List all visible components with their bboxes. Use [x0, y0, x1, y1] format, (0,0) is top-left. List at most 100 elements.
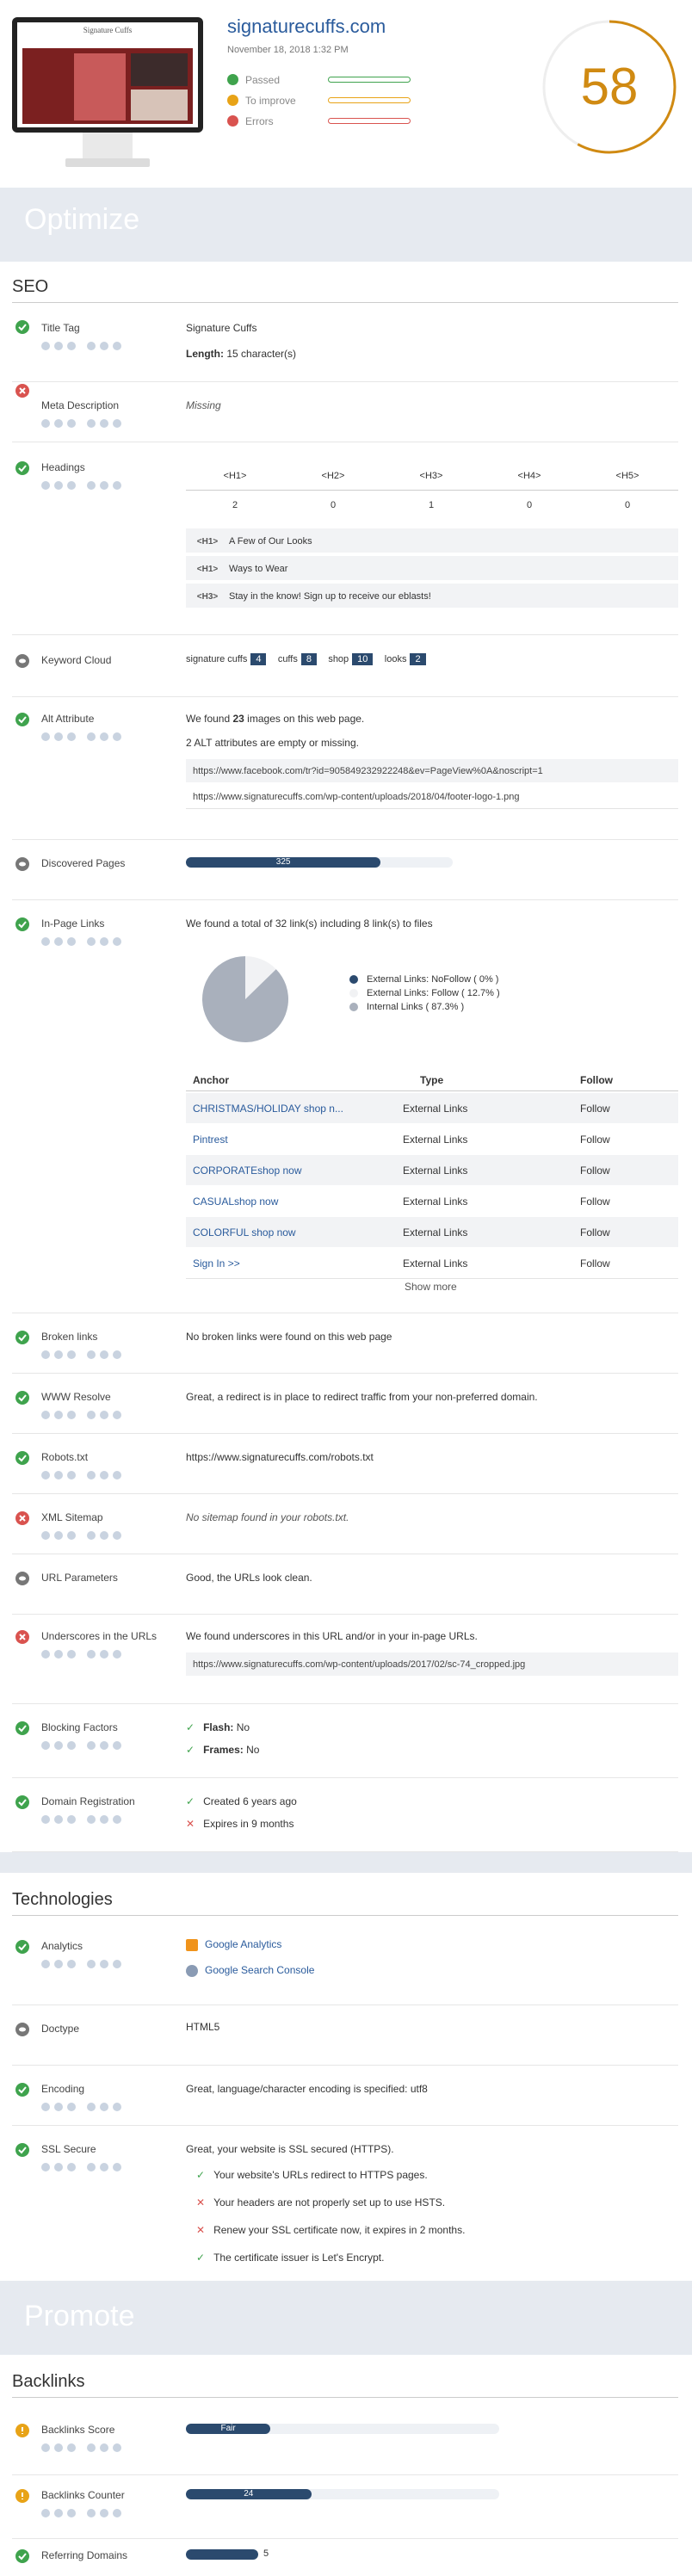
importance-dots	[41, 1813, 126, 1824]
importance-dots	[41, 1739, 126, 1750]
backlinks-counter-fill: 24	[186, 2489, 312, 2499]
table-row: COLORFUL shop now External Links Follow	[186, 1217, 678, 1248]
link-anchor[interactable]: Sign In >>	[193, 1248, 240, 1279]
section-divider	[0, 1852, 692, 1873]
legend-errors: Errors	[227, 114, 411, 128]
close-icon: ✕	[196, 2224, 206, 2236]
referring-domains-value: 5	[263, 2548, 269, 2559]
check-icon	[15, 1451, 29, 1465]
importance-dots	[41, 2441, 126, 2452]
search-console-icon	[186, 1964, 198, 1977]
check-icon	[15, 461, 29, 475]
close-icon	[15, 1630, 29, 1644]
seo-row-xml-sitemap: XML Sitemap No sitemap found in your rob…	[12, 1494, 678, 1554]
seo-row-alt-attribute: Alt Attribute We found 23 images on this…	[12, 697, 678, 840]
title-tag-value: Signature Cuffs	[186, 322, 257, 334]
check-icon	[15, 1721, 29, 1735]
seo-row-domain-registration: Domain Registration ✓ Created 6 years ago…	[12, 1778, 678, 1852]
check-icon	[15, 1331, 29, 1344]
importance-dots	[41, 2160, 126, 2171]
heading-item: <H1> Ways to Wear	[186, 556, 678, 582]
tech-row-encoding: Encoding Great, language/character encod…	[12, 2066, 678, 2126]
meta-description-value: Missing	[186, 399, 221, 411]
backlinks-row-counter: Backlinks Counter 24	[12, 2475, 678, 2539]
links-table-header: Anchor Type Follow	[186, 1071, 678, 1091]
link-anchor[interactable]: Pintrest	[193, 1124, 228, 1155]
seo-row-broken-links: Broken links No broken links were found …	[12, 1313, 678, 1374]
link-anchor[interactable]: CORPORATEshop now	[193, 1155, 302, 1186]
technologies-heading: Technologies	[12, 1890, 678, 1916]
check-icon	[15, 1391, 29, 1405]
alt-url[interactable]: https://www.facebook.com/tr?id=905849232…	[186, 759, 678, 783]
legend-to-improve: To improve	[227, 94, 411, 108]
seo-row-keyword-cloud: Keyword Cloud signature cuffs 4 cuffs 8 sh…	[12, 635, 678, 697]
importance-dots	[41, 730, 126, 741]
underscore-url[interactable]: https://www.signaturecuffs.com/wp-conten…	[186, 1652, 678, 1677]
optimize-banner: Optimize	[0, 188, 692, 262]
backlinks-score-fill: Fair	[186, 2424, 271, 2434]
close-icon	[15, 384, 29, 398]
check-icon	[227, 74, 238, 86]
link-anchor[interactable]: CASUALshop now	[193, 1186, 278, 1217]
keyword-tag: cuffs 8	[278, 653, 317, 665]
check-icon: ✓	[196, 2252, 206, 2264]
importance-dots	[41, 1957, 126, 1968]
seo-row-www-resolve: WWW Resolve Great, a redirect is in plac…	[12, 1374, 678, 1434]
check-icon	[15, 1940, 29, 1954]
table-row: Sign In >> External Links Follow	[186, 1248, 678, 1279]
seo-row-in-page-links: In-Page Links We found a total of 32 lin…	[12, 900, 678, 1313]
promote-banner: Promote	[0, 2281, 692, 2355]
table-row: CASUALshop now External Links Follow	[186, 1186, 678, 1217]
heading-item: <H1> A Few of Our Looks	[186, 528, 678, 554]
warning-icon	[15, 2424, 29, 2437]
check-icon	[15, 1795, 29, 1809]
show-more-button[interactable]: Show more	[405, 1281, 457, 1293]
tech-row-doctype: Doctype HTML5	[12, 2005, 678, 2066]
google-analytics-icon	[186, 1938, 198, 1951]
heading-item: <H3> Stay in the know! Sign up to receive…	[186, 584, 678, 609]
site-thumbnail: Signature Cuffs	[12, 17, 203, 133]
importance-dots	[41, 1348, 126, 1359]
headings-header-row: <H1> <H2> <H3> <H4> <H5>	[186, 461, 678, 491]
backlinks-score-bar: Fair	[186, 2424, 499, 2434]
check-icon	[15, 2549, 29, 2563]
promote-title: Promote	[24, 2300, 135, 2332]
score-value: 58	[580, 58, 639, 115]
search-console-link[interactable]: Google Search Console	[205, 1964, 314, 1976]
importance-dots	[41, 1529, 126, 1540]
seo-row-discovered-pages: Discovered Pages 325	[12, 840, 678, 900]
site-url-title[interactable]: signaturecuffs.com	[227, 15, 386, 38]
robots-url[interactable]: https://www.signaturecuffs.com/robots.tx…	[186, 1451, 374, 1463]
report-header: Signature Cuffs signaturecuffs.com Novem…	[0, 0, 692, 181]
warning-icon	[15, 2489, 29, 2503]
tech-row-ssl: SSL Secure Great, your website is SSL se…	[12, 2126, 678, 2274]
importance-dots	[41, 1468, 126, 1480]
check-icon: ✓	[196, 2169, 206, 2181]
thumbnail-logo: Signature Cuffs	[83, 26, 133, 34]
seo-row-headings: Headings <H1> <H2> <H3> <H4> <H5> 2 0 1 …	[12, 442, 678, 635]
importance-dots	[41, 1647, 126, 1659]
table-row: Pintrest External Links Follow	[186, 1124, 678, 1155]
importance-dots	[41, 935, 126, 946]
seo-row-robots: Robots.txt https://www.signaturecuffs.co…	[12, 1434, 678, 1494]
optimize-title: Optimize	[24, 203, 140, 236]
close-icon: ✕	[186, 1818, 195, 1830]
discovered-pages-fill: 325	[186, 857, 381, 868]
pie-legend: External Links: NoFollow ( 0% ) External…	[349, 973, 500, 1014]
seo-heading: SEO	[12, 277, 678, 303]
seo-row-url-parameters: URL Parameters Good, the URLs look clean…	[12, 1554, 678, 1615]
keyword-cloud: signature cuffs 4 cuffs 8 shop 10 looks 2	[186, 652, 435, 665]
alt-url[interactable]: https://www.signaturecuffs.com/wp-conten…	[186, 785, 678, 809]
close-icon: ✕	[196, 2196, 206, 2208]
analytics-link[interactable]: Google Analytics	[205, 1938, 281, 1950]
check-icon: ✓	[186, 1795, 195, 1807]
seo-row-title-tag: Title Tag Signature Cuffs Length: 15 cha…	[12, 318, 678, 382]
eye-icon	[15, 2023, 29, 2036]
referring-domains-fill	[186, 2549, 258, 2560]
check-icon: ✓	[186, 1721, 195, 1733]
table-row: CORPORATEshop now External Links Follow	[186, 1155, 678, 1186]
link-anchor[interactable]: CHRISTMAS/HOLIDAY shop n...	[193, 1093, 343, 1124]
link-anchor[interactable]: COLORFUL shop now	[193, 1217, 296, 1248]
pie-legend-item: External Links: Follow ( 12.7% )	[349, 986, 500, 1000]
importance-dots	[41, 2506, 126, 2517]
